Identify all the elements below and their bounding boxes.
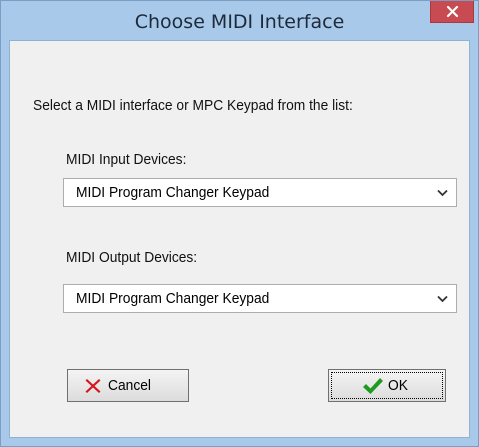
chevron-down-icon[interactable] — [437, 295, 448, 303]
focus-rectangle — [331, 372, 443, 399]
close-button[interactable] — [430, 1, 474, 23]
ok-button-label: OK — [388, 377, 408, 394]
close-icon — [446, 6, 459, 18]
cancel-button-label: Cancel — [108, 377, 151, 394]
midi-input-label: MIDI Input Devices: — [66, 151, 187, 168]
midi-input-selected-value: MIDI Program Changer Keypad — [76, 184, 270, 201]
title-bar[interactable]: Choose MIDI Interface — [1, 1, 478, 40]
red-x-icon — [85, 379, 101, 393]
dialog-window: Choose MIDI Interface Select a MIDI inte… — [0, 0, 479, 447]
green-checkmark-icon — [363, 378, 383, 394]
ok-button[interactable]: OK — [328, 369, 446, 402]
dialog-body: Select a MIDI interface or MPC Keypad fr… — [9, 40, 470, 438]
midi-output-selected-value: MIDI Program Changer Keypad — [76, 290, 270, 307]
window-title: Choose MIDI Interface — [134, 11, 345, 33]
chevron-down-icon[interactable] — [437, 189, 448, 197]
midi-output-dropdown[interactable]: MIDI Program Changer Keypad — [63, 284, 457, 313]
instruction-text: Select a MIDI interface or MPC Keypad fr… — [33, 97, 353, 114]
cancel-button[interactable]: Cancel — [67, 369, 189, 402]
midi-input-dropdown[interactable]: MIDI Program Changer Keypad — [63, 178, 457, 207]
midi-output-label: MIDI Output Devices: — [66, 249, 198, 266]
